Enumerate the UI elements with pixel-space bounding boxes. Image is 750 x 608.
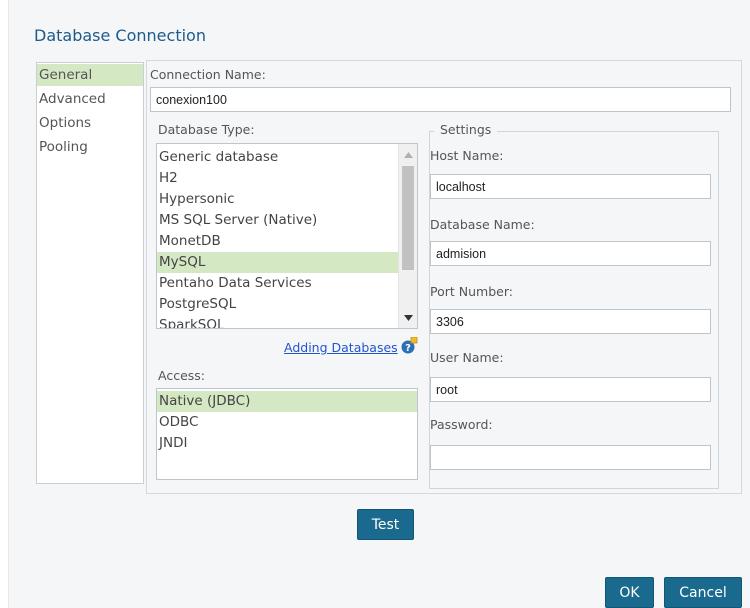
list-item[interactable]: Hypersonic	[157, 189, 417, 210]
password-input[interactable]	[430, 445, 711, 470]
scroll-thumb[interactable]	[402, 166, 414, 270]
scroll-up-arrow-icon[interactable]	[399, 146, 417, 163]
access-label: Access:	[158, 368, 206, 383]
adding-databases-link[interactable]: Adding Databases	[284, 340, 398, 355]
database-type-label: Database Type:	[158, 122, 255, 137]
database-type-scrollbar[interactable]	[398, 144, 417, 328]
list-item[interactable]: ODBC	[157, 412, 417, 433]
test-button[interactable]: Test	[357, 509, 414, 540]
list-item[interactable]: PostgreSQL	[157, 294, 417, 315]
list-item[interactable]: Pentaho Data Services	[157, 273, 417, 294]
category-item-pooling[interactable]: Pooling	[37, 136, 143, 158]
scroll-down-arrow-icon[interactable]	[399, 309, 417, 326]
category-item-advanced[interactable]: Advanced	[37, 88, 143, 110]
database-connection-dialog: Database Connection General Advanced Opt…	[8, 0, 750, 608]
help-icon[interactable]: ?	[401, 337, 418, 354]
settings-legend: Settings	[434, 122, 498, 137]
category-list: General Advanced Options Pooling	[36, 62, 144, 484]
database-type-list[interactable]: Generic database H2 Hypersonic MS SQL Se…	[156, 143, 418, 329]
port-number-label: Port Number:	[430, 284, 513, 299]
list-item[interactable]: MonetDB	[157, 231, 417, 252]
host-name-label: Host Name:	[430, 148, 504, 163]
svg-text:?: ?	[405, 343, 411, 354]
cancel-button[interactable]: Cancel	[664, 577, 742, 608]
list-item[interactable]: JNDI	[157, 433, 417, 454]
database-name-input[interactable]: admision	[430, 241, 711, 266]
list-item[interactable]: SparkSQL	[157, 315, 417, 328]
connection-name-input[interactable]: conexion100	[150, 87, 731, 112]
list-item-selected[interactable]: MySQL	[157, 252, 398, 273]
access-list[interactable]: Native (JDBC) ODBC JNDI	[156, 388, 418, 480]
user-name-label: User Name:	[430, 350, 504, 365]
list-item[interactable]: Generic database	[157, 147, 417, 168]
list-item[interactable]: H2	[157, 168, 417, 189]
list-item[interactable]: MS SQL Server (Native)	[157, 210, 417, 231]
ok-button[interactable]: OK	[605, 577, 654, 608]
host-name-input[interactable]: localhost	[430, 174, 711, 199]
port-number-input[interactable]: 3306	[430, 309, 711, 334]
list-item-selected[interactable]: Native (JDBC)	[157, 391, 417, 412]
database-name-label: Database Name:	[430, 217, 535, 232]
user-name-input[interactable]: root	[430, 377, 711, 402]
category-item-general[interactable]: General	[37, 64, 143, 86]
dialog-title: Database Connection	[34, 26, 206, 45]
password-label: Password:	[430, 417, 493, 432]
connection-name-label: Connection Name:	[150, 67, 266, 82]
category-item-options[interactable]: Options	[37, 112, 143, 134]
